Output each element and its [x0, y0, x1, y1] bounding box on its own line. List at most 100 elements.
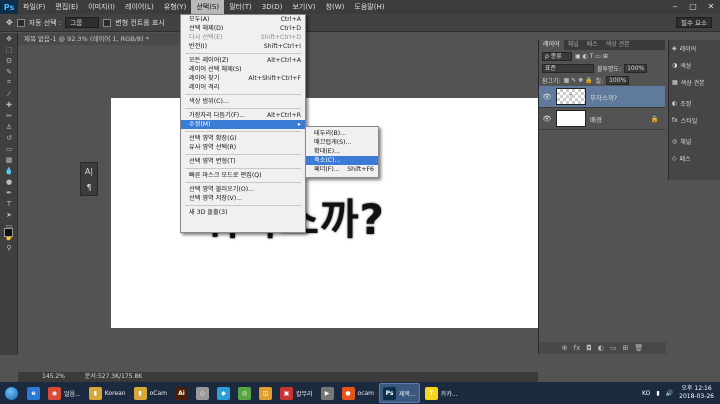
path-select-tool-icon[interactable]: ➤	[0, 209, 18, 220]
tab-paths[interactable]: 패스	[583, 40, 602, 50]
menu-filter[interactable]: 필터(T)	[224, 0, 257, 14]
auto-select-checkbox[interactable]	[16, 18, 25, 27]
stamp-tool-icon[interactable]: ♙	[0, 121, 18, 132]
clock[interactable]: 오후 12:16 2018-03-26	[679, 385, 714, 401]
network-icon[interactable]: ▮	[656, 390, 659, 397]
menu-item[interactable]: 색상 범위(C)...	[181, 97, 305, 106]
tab-channels[interactable]: 채널	[564, 40, 583, 50]
side-channels[interactable]: ◎ 채널	[669, 133, 720, 150]
crop-tool-icon[interactable]: ⌗	[0, 77, 18, 88]
dodge-tool-icon[interactable]: ●	[0, 176, 18, 187]
maximize-icon[interactable]: □	[684, 0, 702, 14]
quick-select-tool-icon[interactable]: ✎	[0, 66, 18, 77]
tab-swatches[interactable]: 색상 견본	[602, 40, 634, 50]
layer-row[interactable]: 👁 T 무자스까?	[539, 86, 665, 108]
new-group-icon[interactable]: ▭	[610, 342, 617, 354]
menu-view[interactable]: 보기(V)	[287, 0, 320, 14]
side-adjustments[interactable]: ◐ 조정	[669, 95, 720, 112]
taskbar-item[interactable]: ▣ 칼무리	[277, 383, 316, 403]
menu-item[interactable]: 수정(M) ▸	[181, 120, 305, 129]
taskbar-item[interactable]: ◫	[256, 383, 275, 403]
menu-item[interactable]: 유사 영역 선택(R)	[181, 143, 305, 152]
menu-item[interactable]: 빠른 마스크 모드로 편집(Q)	[181, 171, 305, 180]
menu-item[interactable]: 레이어 찾기 Alt+Shift+Ctrl+F	[181, 74, 305, 83]
menu-edit[interactable]: 편집(E)	[50, 0, 83, 14]
taskbar-item[interactable]: ▮ oCam	[131, 383, 170, 403]
eyedropper-tool-icon[interactable]: ⁄	[0, 88, 18, 99]
menu-item[interactable]: 확대(E)...	[306, 147, 378, 156]
foreground-color-swatch[interactable]	[4, 228, 13, 237]
move-tool-icon[interactable]: ✥	[0, 33, 18, 44]
menu-file[interactable]: 파일(F)	[18, 0, 50, 14]
menu-item[interactable]: 선택 영역 확장(G)	[181, 134, 305, 143]
menu-item[interactable]: 매끄럽게(S)...	[306, 138, 378, 147]
layer-row[interactable]: 👁 배경 🔒	[539, 108, 665, 130]
menu-item[interactable]: 레이어 격리	[181, 83, 305, 92]
zoom-tool-icon[interactable]: ⚲	[0, 242, 18, 253]
workspace-dropdown[interactable]: 필수 요소	[676, 17, 712, 28]
fill-input[interactable]: 100%	[606, 75, 630, 85]
side-color[interactable]: ◑ 색상	[669, 57, 720, 74]
blur-tool-icon[interactable]: 💧	[0, 165, 18, 176]
paragraph-panel-icon[interactable]: ¶	[81, 179, 97, 195]
menu-item[interactable]: 선택 영역 변형(T)	[181, 157, 305, 166]
menu-item[interactable]: 모두(A) Ctrl+A	[181, 15, 305, 24]
taskbar-item[interactable]: T 카카...	[422, 383, 461, 403]
menu-window[interactable]: 창(W)	[321, 0, 350, 14]
menu-item[interactable]: 선택 영역 불러오기(O)...	[181, 185, 305, 194]
side-swatches[interactable]: ▦ 색상 견본	[669, 74, 720, 91]
tab-layers[interactable]: 레이어	[539, 40, 564, 50]
language-indicator[interactable]: KO	[642, 390, 650, 397]
adjustment-layer-icon[interactable]: ◐	[598, 342, 604, 354]
menu-help[interactable]: 도움말(H)	[349, 0, 389, 14]
volume-icon[interactable]: 🔊	[666, 390, 673, 397]
layer-mask-icon[interactable]: ◘	[586, 342, 592, 354]
menu-item[interactable]: 새 3D 돌출(3)	[181, 208, 305, 217]
side-layers[interactable]: ◈ 레이어	[669, 40, 720, 57]
side-styles[interactable]: fx 스타일	[669, 112, 720, 129]
close-icon[interactable]: ✕	[702, 0, 720, 14]
eraser-tool-icon[interactable]: ▭	[0, 143, 18, 154]
pen-tool-icon[interactable]: ✒	[0, 187, 18, 198]
menu-item[interactable]: 가장자리 다듬기(F)... Alt+Ctrl+R	[181, 111, 305, 120]
menu-item[interactable]: 모든 레이어(Z) Alt+Ctrl+A	[181, 56, 305, 65]
menu-layer[interactable]: 레이어(L)	[120, 0, 159, 14]
type-tool-icon[interactable]: T	[0, 198, 18, 209]
menu-type[interactable]: 유형(Y)	[159, 0, 192, 14]
menu-select[interactable]: 선택(S)	[191, 0, 225, 14]
minimize-icon[interactable]: ‒	[666, 0, 684, 14]
taskbar-item[interactable]: ▶	[318, 383, 337, 403]
eye-icon[interactable]: 👁	[542, 93, 552, 101]
taskbar-item[interactable]: Ps 제목...	[379, 383, 420, 403]
start-button[interactable]	[0, 382, 22, 404]
menu-image[interactable]: 이미지(I)	[83, 0, 120, 14]
menu-item[interactable]: 테두리(B)...	[306, 129, 378, 138]
taskbar-item[interactable]: Ai	[172, 383, 191, 403]
opacity-input[interactable]: 100%	[624, 63, 648, 73]
taskbar-item[interactable]: ◉ 얼음...	[45, 383, 84, 403]
menu-item[interactable]: 선택 해제(D) Ctrl+D	[181, 24, 305, 33]
layer-kind-filter[interactable]: ρ 종류	[542, 51, 572, 61]
taskbar-item[interactable]: ● ocam	[339, 383, 378, 403]
taskbar-item[interactable]: ◇	[193, 383, 212, 403]
menu-3d[interactable]: 3D(D)	[257, 0, 288, 14]
menu-item[interactable]: 레이어 선택 해제(S)	[181, 65, 305, 74]
side-paths[interactable]: ◇ 패스	[669, 150, 720, 167]
transform-controls-checkbox[interactable]	[103, 18, 112, 27]
gradient-tool-icon[interactable]: ▦	[0, 154, 18, 165]
history-brush-tool-icon[interactable]: ↺	[0, 132, 18, 143]
zoom-level[interactable]: 145.2%	[42, 372, 65, 382]
brush-tool-icon[interactable]: ✏	[0, 110, 18, 121]
layer-style-icon[interactable]: fx	[574, 342, 581, 354]
new-layer-icon[interactable]: ⊞	[623, 342, 629, 354]
lock-icons[interactable]: ▦ ✎ ✥ 🔒	[564, 77, 593, 84]
link-layers-icon[interactable]: ⊕	[562, 342, 568, 354]
menu-item[interactable]: 반전(I) Shift+Ctrl+I	[181, 42, 305, 51]
eye-icon[interactable]: 👁	[542, 115, 552, 123]
lasso-tool-icon[interactable]: ʘ	[0, 55, 18, 66]
taskbar-item[interactable]: e	[24, 383, 43, 403]
auto-select-dropdown[interactable]: 그룹	[65, 17, 100, 28]
marquee-tool-icon[interactable]: ⬚	[0, 44, 18, 55]
menu-item[interactable]: 페더(F)... Shift+F6	[306, 165, 378, 174]
blend-mode-dropdown[interactable]: 표준	[542, 63, 594, 73]
